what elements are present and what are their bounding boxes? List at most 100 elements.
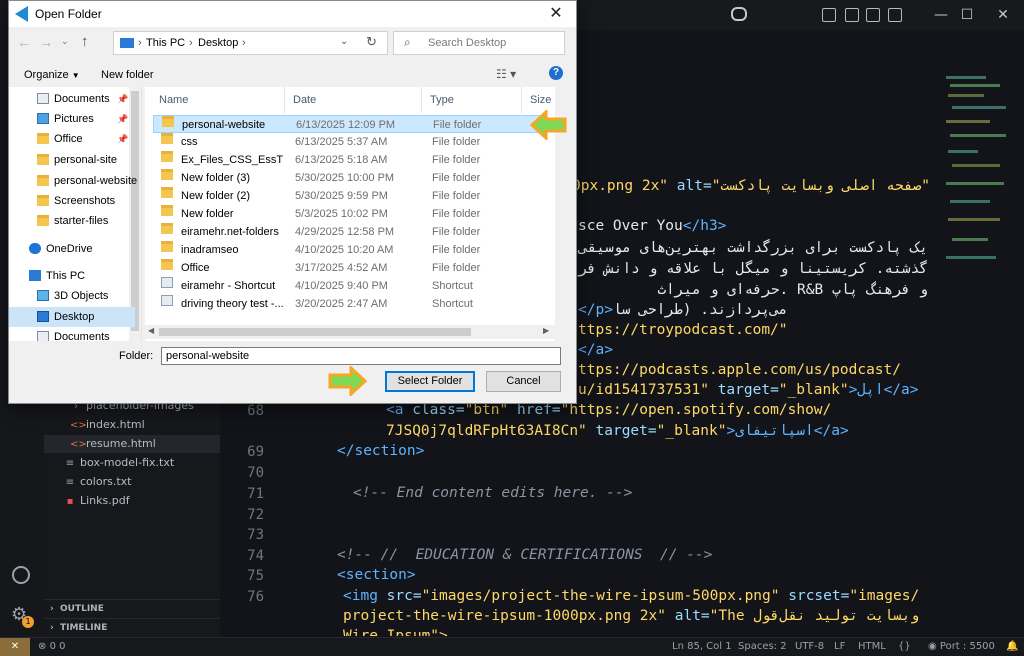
highlight-arrow-icon: [530, 110, 567, 140]
select-folder-button[interactable]: Select Folder: [385, 371, 475, 392]
customize-layout-icon[interactable]: [888, 8, 902, 22]
file-date: 3/20/2025 2:47 AM: [295, 298, 388, 310]
file-name: eiramehr.net-folders: [181, 226, 279, 238]
nav-item-personal-website[interactable]: personal-website: [9, 171, 137, 191]
new-folder-button[interactable]: New folder: [101, 69, 154, 81]
minimap[interactable]: [940, 72, 1010, 272]
file-list[interactable]: Name Date Type Size personal-website 6/13…: [145, 87, 555, 341]
end-of-line[interactable]: LF: [834, 638, 845, 656]
recent-locations-button[interactable]: ⌄: [61, 36, 69, 47]
problems-indicator[interactable]: ⊗ 0 0: [38, 638, 65, 656]
nav-item-this-pc[interactable]: This PC: [9, 266, 135, 286]
address-bar[interactable]: › This PC › Desktop › ⌄ ↻: [113, 31, 388, 55]
navigation-pane[interactable]: Documents 📌 Pictures 📌 Office 📌 personal-site p…: [9, 87, 142, 341]
forward-button[interactable]: →: [39, 34, 53, 50]
file-type: File folder: [433, 119, 482, 131]
copilot-icon[interactable]: [731, 7, 747, 21]
live-server-port[interactable]: ◉ Port : 5500: [928, 638, 995, 656]
chevron-right-icon: ›: [50, 623, 60, 633]
remote-indicator[interactable]: ✕: [0, 638, 30, 656]
nav-item-3d-objects[interactable]: 3D Objects: [9, 286, 135, 306]
nav-item-office[interactable]: Office 📌: [9, 129, 135, 149]
code-line: u/id1541737531" target="_blank">اپل</a>: [578, 382, 919, 398]
refresh-icon[interactable]: ↻: [366, 34, 377, 50]
file-name: css: [181, 136, 198, 148]
folder-input[interactable]: [161, 347, 561, 365]
tree-item-links-pdf[interactable]: ▪ Links.pdf: [44, 492, 240, 510]
file-type: File folder: [432, 262, 481, 274]
line-number: 73: [247, 527, 264, 543]
language-mode[interactable]: HTML: [858, 638, 886, 656]
back-button[interactable]: ←: [17, 34, 31, 50]
dialog-close-button[interactable]: ✕: [536, 1, 576, 27]
file-type: File folder: [432, 244, 481, 256]
accounts-icon[interactable]: [12, 566, 30, 584]
layout-sidebar-icon[interactable]: [822, 8, 836, 22]
file-row[interactable]: Office 3/17/2025 4:52 AM File folder: [153, 259, 547, 277]
pdf-file-icon: ▪: [66, 496, 74, 507]
help-icon[interactable]: ?: [549, 66, 563, 80]
layout-secondary-icon[interactable]: [866, 8, 880, 22]
nav-item-onedrive[interactable]: OneDrive: [9, 239, 135, 259]
braces-icon[interactable]: {}: [898, 638, 911, 656]
file-row[interactable]: personal-website 6/13/2025 12:09 PM File f…: [153, 115, 547, 133]
file-row[interactable]: driving theory test -... 3/20/2025 2:47 A…: [153, 295, 547, 313]
nav-item-starter-files[interactable]: starter-files: [9, 211, 135, 231]
nav-item-screenshots[interactable]: Screenshots: [9, 191, 135, 211]
tree-item-box-model-fix[interactable]: ≡ box-model-fix.txt: [44, 454, 240, 472]
file-row[interactable]: inadramseo 4/10/2025 10:20 AM File folder: [153, 241, 547, 259]
file-row[interactable]: New folder (3) 5/30/2025 10:00 PM File fol…: [153, 169, 547, 187]
breadcrumb-this-pc[interactable]: This PC: [146, 37, 185, 49]
address-dropdown-icon[interactable]: ⌄: [340, 36, 348, 47]
column-header-type[interactable]: Type: [422, 87, 522, 113]
column-header-date[interactable]: Date: [285, 87, 422, 113]
file-row[interactable]: Ex_Files_CSS_EssT 6/13/2025 5:18 AM File f…: [153, 151, 547, 169]
line-number: 75: [247, 568, 264, 584]
file-row[interactable]: New folder 5/3/2025 10:02 PM File folder: [153, 205, 547, 223]
cursor-position[interactable]: Ln 85, Col 1: [672, 638, 732, 656]
layout-panel-icon[interactable]: [845, 8, 859, 22]
file-row[interactable]: eiramehr.net-folders 4/29/2025 12:58 PM Fi…: [153, 223, 547, 241]
cancel-button[interactable]: Cancel: [486, 371, 561, 392]
nav-item-documents[interactable]: Documents 📌: [9, 89, 135, 109]
nav-item-pictures[interactable]: Pictures 📌: [9, 109, 135, 129]
file-type: Shortcut: [432, 298, 473, 310]
code-line: 0px.png 2x" alt="صفحه اصلی وبسایت پادکست…: [572, 178, 930, 194]
scroll-thumb[interactable]: [159, 328, 471, 336]
file-list-horizontal-scrollbar[interactable]: ◀ ▶: [145, 325, 555, 339]
code-line: <!-- // EDUCATION & CERTIFICATIONS // --…: [337, 547, 713, 563]
breadcrumb-separator: ›: [189, 37, 193, 49]
file-row[interactable]: eiramehr - Shortcut 4/10/2025 9:40 PM Shor…: [153, 277, 547, 295]
outline-panel-header[interactable]: › OUTLINE: [44, 599, 220, 617]
up-button[interactable]: ↑: [81, 33, 89, 50]
search-box[interactable]: ⌕ Search Desktop: [393, 31, 565, 55]
folder-icon: [161, 151, 173, 162]
file-type: Shortcut: [432, 280, 473, 292]
breadcrumb-desktop[interactable]: Desktop: [198, 37, 238, 49]
column-header-name[interactable]: Name: [151, 87, 285, 113]
scroll-right-icon[interactable]: ▶: [543, 326, 549, 335]
shortcut-icon: [161, 295, 173, 306]
code-line: ttps://troypodcast.com/": [578, 322, 788, 338]
nav-item-desktop[interactable]: Desktop: [9, 307, 135, 327]
scroll-left-icon[interactable]: ◀: [148, 326, 154, 335]
file-row[interactable]: New folder (2) 5/30/2025 9:59 PM File fold…: [153, 187, 547, 205]
file-row[interactable]: css 6/13/2025 5:37 AM File folder: [153, 133, 547, 151]
notifications-bell-icon[interactable]: 🔔: [1006, 638, 1018, 656]
nav-item-personal-site[interactable]: personal-site: [9, 150, 135, 170]
file-type: File folder: [432, 172, 481, 184]
tree-item-resume[interactable]: <>resume.html: [44, 435, 246, 453]
tree-item-colors[interactable]: ≡ colors.txt: [44, 473, 240, 491]
organize-button[interactable]: Organize ▼: [24, 69, 80, 81]
encoding[interactable]: UTF-8: [795, 638, 824, 656]
indentation[interactable]: Spaces: 2: [738, 638, 787, 656]
timeline-panel-header[interactable]: › TIMELINE: [44, 618, 220, 636]
nav-item-documents[interactable]: Documents: [9, 327, 135, 341]
view-options-icon[interactable]: ☷ ▾: [496, 67, 516, 81]
tree-item-index[interactable]: <>index.html: [44, 416, 246, 434]
code-line: </a>: [578, 342, 613, 358]
file-name: personal-website: [182, 119, 266, 131]
close-window-button[interactable]: ✕: [980, 0, 1024, 30]
broadcast-icon: ◉: [928, 641, 940, 652]
file-date: 6/13/2025 5:18 AM: [295, 154, 388, 166]
